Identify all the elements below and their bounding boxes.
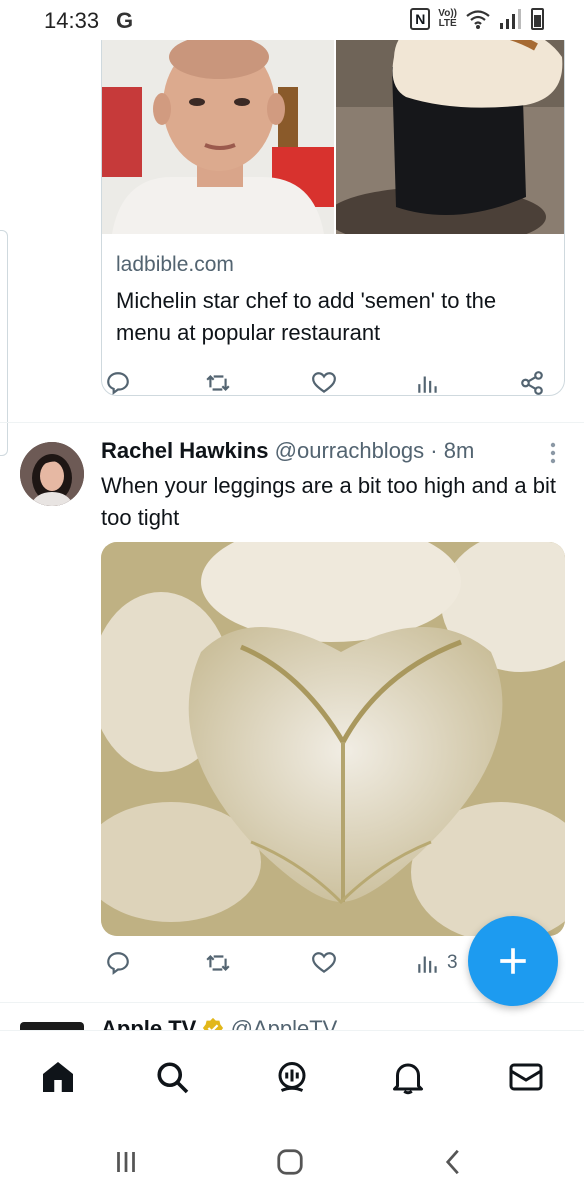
link-card-title: Michelin star chef to add 'semen' to the… [116,288,497,345]
link-card-image-dish [334,40,564,234]
signal-icon [500,9,521,29]
retweet-icon [206,374,230,392]
separator: · [430,438,438,463]
like-button[interactable] [311,950,343,976]
nav-notifications[interactable] [388,1057,428,1097]
back-button[interactable] [434,1144,474,1180]
battery-icon [531,8,544,30]
share-button[interactable] [519,370,545,396]
reply-icon [107,952,129,975]
timeline[interactable]: ladbible.com Michelin star chef to add '… [0,40,584,1030]
tweet-header: Apple TV @AppleTV [101,1016,337,1030]
tweet-actions [101,370,565,410]
search-icon [157,1062,189,1094]
link-card-domain: ladbible.com [116,253,234,276]
recent-apps-icon [117,1152,135,1172]
back-chevron-icon [445,1149,459,1175]
nav-home[interactable] [38,1057,78,1097]
heart-icon [312,952,336,973]
bell-icon [393,1063,423,1095]
recent-apps-button[interactable] [106,1144,146,1180]
nav-search[interactable] [152,1057,192,1097]
volte-icon: Vo)) LTE [438,9,457,29]
retweet-button[interactable] [205,950,237,976]
like-button[interactable] [311,370,343,396]
link-preview-card[interactable]: ladbible.com Michelin star chef to add '… [101,40,565,396]
verified-badge-icon [203,1017,224,1030]
tweet-text: When your leggings are a bit too high an… [101,473,556,530]
retweet-button[interactable] [205,370,237,396]
views-icon [418,956,437,973]
views-button[interactable]: 3 [415,950,458,976]
author-handle[interactable]: @AppleTV [231,1016,338,1030]
reply-icon [107,372,129,395]
plus-icon [500,948,526,974]
spaces-icon [278,1062,306,1092]
retweet-icon [206,954,230,972]
tweet-time[interactable]: 8m [444,438,475,463]
nav-messages[interactable] [506,1057,546,1097]
status-icons: N Vo)) LTE [410,8,544,30]
link-card-images [102,40,564,234]
avatar[interactable] [20,442,84,506]
author-handle[interactable]: @ourrachblogs [275,438,425,463]
link-card-image-chef [102,40,334,234]
nfc-icon: N [410,8,431,30]
bottom-navigation [0,1030,584,1122]
reply-button[interactable] [105,950,137,976]
nav-spaces[interactable] [272,1057,312,1097]
compose-button[interactable] [468,916,558,1006]
wifi-icon [466,10,490,29]
author-name[interactable]: Apple TV [101,1016,196,1030]
volte-bottom-label: LTE [438,18,457,29]
system-navigation-bar [0,1122,584,1200]
more-options-icon[interactable] [550,442,556,464]
mail-icon [509,1063,543,1091]
heart-icon [312,372,336,393]
views-button[interactable] [415,370,447,396]
share-icon [521,371,543,395]
home-system-button[interactable] [270,1144,310,1180]
status-bar: 14:33 G N Vo)) LTE [0,0,584,40]
tweet-divider [0,422,584,423]
home-circle-icon [277,1149,303,1175]
author-name[interactable]: Rachel Hawkins [101,438,269,463]
views-icon [418,376,437,393]
reply-button[interactable] [105,370,137,396]
home-icon [43,1062,73,1092]
views-count: 3 [447,952,458,973]
tweet-media-image[interactable] [101,542,565,936]
tweet-header: Rachel Hawkins @ourrachblogs · 8m [101,438,474,464]
avatar[interactable] [20,1022,84,1030]
status-time: 14:33 [44,8,100,33]
google-icon: G [116,8,134,33]
